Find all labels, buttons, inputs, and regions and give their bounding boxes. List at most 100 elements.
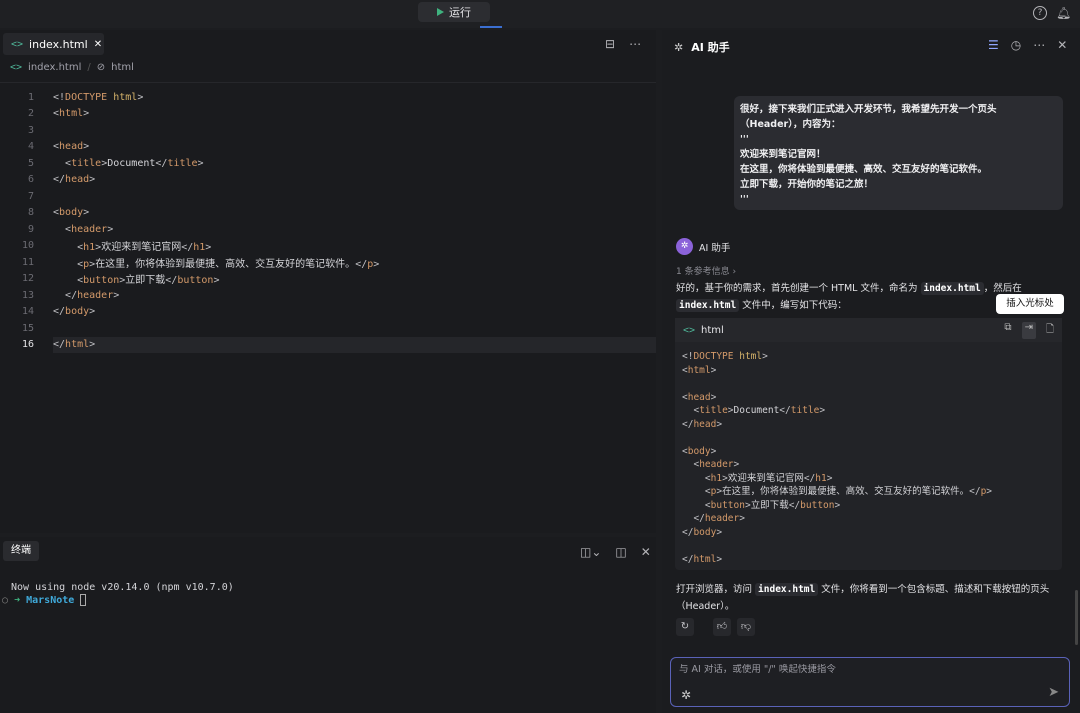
code-line[interactable]: 12 <button>立即下载</button> xyxy=(0,271,656,288)
code-token: Document xyxy=(107,157,156,169)
code-token: > xyxy=(710,391,717,403)
history-icon[interactable]: ◷ xyxy=(1011,38,1021,52)
code-line[interactable]: 7 xyxy=(0,188,656,205)
code-token: 在这里，你将体验到最便捷、高效、交互友好的笔记软件。 xyxy=(722,486,970,497)
scrollbar[interactable] xyxy=(1075,590,1078,645)
code-line[interactable]: 5 <title>Document</title> xyxy=(0,155,656,172)
code-line: <head> xyxy=(682,391,1055,405)
line-number: 9 xyxy=(27,223,34,235)
code-line[interactable]: 15 xyxy=(0,320,656,337)
code-block: <> html ⧉ ⇥ 🗋︎ <!DOCTYPE html> <html> <head> … xyxy=(675,318,1062,570)
code-line: </head> xyxy=(682,418,1055,432)
code-token: > xyxy=(113,289,120,301)
code-line: <title>Document</title> xyxy=(682,404,1055,418)
regenerate-button[interactable]: ↻ xyxy=(676,618,694,636)
code-token: html xyxy=(739,351,763,362)
copy-icon[interactable]: ⧉ xyxy=(1004,322,1011,339)
split-dropdown-icon[interactable]: ◫⌄ xyxy=(580,545,601,559)
line-number: 12 xyxy=(21,273,34,285)
close-panel-icon[interactable]: ✕ xyxy=(1057,38,1067,52)
code-token: > xyxy=(710,364,717,376)
tab-terminal[interactable]: 终端 xyxy=(3,541,39,561)
code-token: </ xyxy=(682,418,694,430)
code-line[interactable]: 16 </html> xyxy=(22,336,656,353)
inline-code: index.html xyxy=(920,282,984,295)
code-area[interactable]: 1 <!DOCTYPE html> 2 <html> 3 4 <head> 5 <title>… xyxy=(0,89,656,353)
code-token: header xyxy=(77,289,114,301)
code-token: > xyxy=(826,472,833,484)
code-line[interactable]: 9 <header> xyxy=(0,221,656,238)
code-token: header xyxy=(704,513,740,524)
text: 文件中，编写如下代码： xyxy=(742,300,847,311)
code-line[interactable]: 11 <p>在这里，你将体验到最便捷、高效、交互友好的笔记软件。</p> xyxy=(0,254,656,271)
code-token: > xyxy=(197,157,204,169)
code-line[interactable]: 10 <h1>欢迎来到笔记官网</h1> xyxy=(0,238,656,255)
help-icon[interactable]: ? xyxy=(1033,6,1047,20)
thumbs-down-button[interactable]: 👎︎ xyxy=(737,618,755,636)
line-number: 8 xyxy=(27,207,34,219)
message-line: 很好，接下来我们正式进入开发环节，我希望先开发一个页头 xyxy=(740,104,997,115)
code-line[interactable]: 4 <head> xyxy=(0,139,656,156)
insert-at-cursor-icon[interactable]: ⇥ xyxy=(1021,321,1036,339)
code-token: </ xyxy=(53,174,66,186)
code-token: html xyxy=(693,553,717,565)
code-line[interactable]: 13 </header> xyxy=(0,287,656,304)
code-line[interactable]: 1 <!DOCTYPE html> xyxy=(0,89,656,106)
run-button[interactable]: 运行 xyxy=(418,2,490,22)
code-line[interactable]: 6 </head> xyxy=(0,172,656,189)
references-link[interactable]: 1 条参考信息 › xyxy=(676,264,736,277)
code-line[interactable]: 2 <html> xyxy=(0,106,656,123)
line-number: 11 xyxy=(21,256,34,268)
code-block-content: <!DOCTYPE html> <html> <head> <title>Docum… xyxy=(675,342,1062,574)
code-token: <! xyxy=(682,351,694,362)
thumbs-up-button[interactable]: 👍︎ xyxy=(713,618,731,636)
code-token: body xyxy=(59,207,84,219)
line-number: 7 xyxy=(27,190,34,202)
code-token: </ xyxy=(53,339,66,351)
code-line[interactable]: 14 </body> xyxy=(0,304,656,321)
divider xyxy=(0,82,656,83)
tab-label: index.html xyxy=(29,37,88,51)
bell-icon[interactable]: 🔔︎ xyxy=(1056,6,1071,20)
code-token: header xyxy=(71,223,108,235)
close-tab-icon[interactable]: ✕ xyxy=(94,39,102,50)
code-token: </ xyxy=(693,513,705,524)
line-number: 16 xyxy=(21,339,34,351)
code-line: <!DOCTYPE html> xyxy=(682,350,1055,364)
line-text: <head> xyxy=(53,141,89,152)
split-terminal-icon[interactable]: ◫ xyxy=(615,545,626,559)
breadcrumb-element[interactable]: html xyxy=(111,62,134,73)
tab-index-html[interactable]: <> index.html ✕ xyxy=(3,33,104,55)
code-line: <html> xyxy=(682,364,1055,378)
chat-input[interactable] xyxy=(679,664,1039,675)
close-terminal-icon[interactable]: ✕ xyxy=(641,545,651,559)
magic-icon[interactable]: ✲ xyxy=(681,688,691,702)
code-token: > xyxy=(819,405,826,416)
code-line[interactable]: 3 xyxy=(0,122,656,139)
line-number: 15 xyxy=(21,322,34,334)
bot-name: AI 助手 xyxy=(699,242,731,254)
line-text: </html> xyxy=(53,339,95,350)
code-line[interactable]: 8 <body> xyxy=(0,205,656,222)
breadcrumb-file[interactable]: index.html xyxy=(28,62,81,73)
split-editor-icon[interactable]: ⊟ xyxy=(605,37,615,51)
new-file-icon[interactable]: 🗋︎ xyxy=(1046,322,1054,339)
element-icon: ⊘ xyxy=(96,62,106,73)
code-token: > xyxy=(986,486,993,497)
new-chat-icon[interactable]: ☰ xyxy=(988,38,999,52)
inline-code: index.html xyxy=(755,583,819,596)
more-icon[interactable]: ⋯ xyxy=(629,37,641,51)
terminal-output[interactable]: Now using node v20.14.0 (npm v10.7.0) ○ … xyxy=(2,581,234,607)
play-icon xyxy=(437,8,444,16)
send-icon[interactable]: ➤ xyxy=(1048,685,1059,700)
code-token: DOCTYPE xyxy=(693,351,734,362)
code-token: 立即下载 xyxy=(750,499,789,511)
more-icon[interactable]: ⋯ xyxy=(1033,38,1045,52)
code-token: > xyxy=(834,499,841,511)
code-token: 在这里，你将体验到最便捷、高效、交互友好的笔记软件。 xyxy=(95,258,356,270)
code-token: html xyxy=(687,364,711,376)
arrow-icon: ➜ xyxy=(14,595,21,606)
